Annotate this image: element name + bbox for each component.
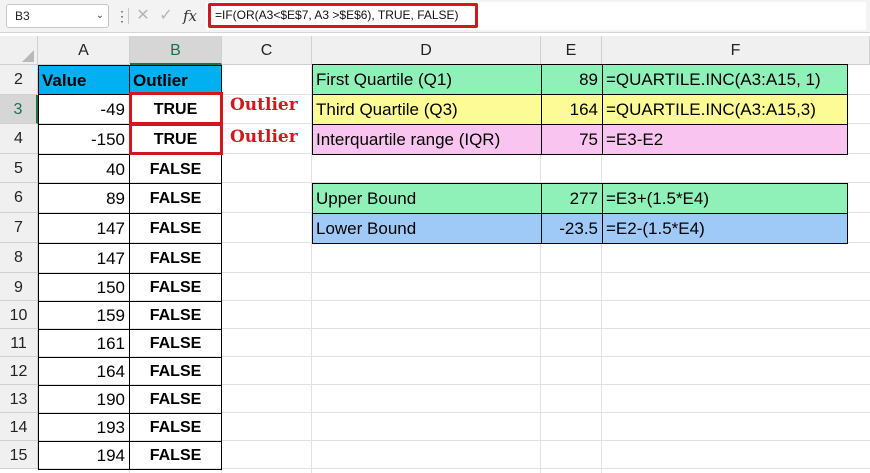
bound-formula-upper[interactable]: =E3+(1.5*E4) xyxy=(602,183,848,214)
column-header-e[interactable]: E xyxy=(541,36,602,65)
column-header-d[interactable]: D xyxy=(312,36,541,65)
outlier-cell[interactable]: FALSE xyxy=(129,183,222,214)
value-cell[interactable]: 161 xyxy=(38,329,130,358)
outlier-cell[interactable]: FALSE xyxy=(129,243,222,274)
outlier-annotation: Outlier xyxy=(230,127,298,147)
row-header-8[interactable]: 8 xyxy=(0,243,38,273)
column-header-b[interactable]: B xyxy=(130,36,222,65)
value-cell[interactable]: 150 xyxy=(38,273,130,302)
outlier-cell[interactable]: FALSE xyxy=(129,213,222,244)
column-header-f[interactable]: F xyxy=(602,36,870,65)
cancel-icon[interactable]: ✕ xyxy=(134,5,152,27)
bound-value-lower[interactable]: -23.5 xyxy=(541,213,603,244)
formula-text[interactable]: =IF(OR(A3<$E$7, A3 >$E$6), TRUE, FALSE) xyxy=(208,3,478,28)
row-header-14[interactable]: 14 xyxy=(0,413,38,441)
row-header-13[interactable]: 13 xyxy=(0,385,38,413)
bound-formula-lower[interactable]: =E2-(1.5*E4) xyxy=(602,213,848,244)
outlier-cell[interactable]: FALSE xyxy=(129,154,222,184)
stat-formula-q3[interactable]: =QUARTILE.INC(A3:A15,3) xyxy=(602,94,848,125)
row-header-10[interactable]: 10 xyxy=(0,301,38,329)
more-options-icon[interactable]: ⋮ xyxy=(115,5,129,27)
outlier-highlight-box xyxy=(129,92,223,125)
stat-label-iqr[interactable]: Interquartile range (IQR) xyxy=(312,124,542,155)
value-cell[interactable]: 159 xyxy=(38,301,130,330)
select-all-icon xyxy=(22,50,34,62)
value-cell[interactable]: 190 xyxy=(38,385,130,414)
formula-bar-divider xyxy=(128,8,129,24)
outlier-header-cell[interactable]: Outlier xyxy=(129,65,222,95)
value-cell[interactable]: 147 xyxy=(38,213,130,244)
stat-value-q1[interactable]: 89 xyxy=(541,64,603,95)
stat-label-q1[interactable]: First Quartile (Q1) xyxy=(312,64,542,95)
value-cell[interactable]: 193 xyxy=(38,413,130,442)
bound-value-upper[interactable]: 277 xyxy=(541,183,603,214)
bound-label-lower[interactable]: Lower Bound xyxy=(312,213,542,244)
stat-value-q3[interactable]: 164 xyxy=(541,94,603,125)
value-cell[interactable]: -150 xyxy=(38,124,130,155)
bound-label-upper[interactable]: Upper Bound xyxy=(312,183,542,214)
row-header-11[interactable]: 11 xyxy=(0,329,38,357)
chevron-down-icon[interactable]: ⌄ xyxy=(92,4,108,28)
stat-formula-iqr[interactable]: =E3-E2 xyxy=(602,124,848,155)
row-header-4[interactable]: 4 xyxy=(0,124,38,154)
row-header-2[interactable]: 2 xyxy=(0,65,38,95)
outlier-highlight-box xyxy=(129,123,223,155)
row-header-9[interactable]: 9 xyxy=(0,273,38,301)
row-header-7[interactable]: 7 xyxy=(0,213,38,243)
stat-formula-q1[interactable]: =QUARTILE.INC(A3:A15, 1) xyxy=(602,64,848,95)
outlier-cell[interactable]: FALSE xyxy=(129,413,222,442)
value-cell[interactable]: 40 xyxy=(38,154,130,184)
column-header-c[interactable]: C xyxy=(222,36,312,65)
row-header-3[interactable]: 3 xyxy=(0,95,38,124)
value-cell[interactable]: 164 xyxy=(38,357,130,386)
outlier-annotation: Outlier xyxy=(230,95,298,115)
stat-label-q3[interactable]: Third Quartile (Q3) xyxy=(312,94,542,125)
outlier-cell[interactable]: FALSE xyxy=(129,273,222,302)
row-header-5[interactable]: 5 xyxy=(0,154,38,183)
insert-function-icon[interactable]: fx xyxy=(179,4,201,28)
outlier-cell[interactable]: FALSE xyxy=(129,385,222,414)
formula-bar: B3 ⌄ ⋮ ✕ ✓ fx =IF(OR(A3<$E$7, A3 >$E$6),… xyxy=(0,0,870,33)
outlier-cell[interactable]: FALSE xyxy=(129,301,222,330)
enter-icon[interactable]: ✓ xyxy=(157,5,175,27)
row-header-6[interactable]: 6 xyxy=(0,183,38,213)
row-header-12[interactable]: 12 xyxy=(0,357,38,385)
value-cell[interactable]: 89 xyxy=(38,183,130,214)
value-cell[interactable]: 147 xyxy=(38,243,130,274)
value-cell[interactable]: 194 xyxy=(38,441,130,470)
outlier-cell[interactable]: FALSE xyxy=(129,441,222,470)
outlier-cell[interactable]: FALSE xyxy=(129,357,222,386)
outlier-cell[interactable]: FALSE xyxy=(129,329,222,358)
row-header-15[interactable]: 15 xyxy=(0,441,38,469)
stat-value-iqr[interactable]: 75 xyxy=(541,124,603,155)
value-cell[interactable]: -49 xyxy=(38,94,130,125)
value-header-cell[interactable]: Value xyxy=(38,65,130,95)
column-header-a[interactable]: A xyxy=(38,36,130,65)
